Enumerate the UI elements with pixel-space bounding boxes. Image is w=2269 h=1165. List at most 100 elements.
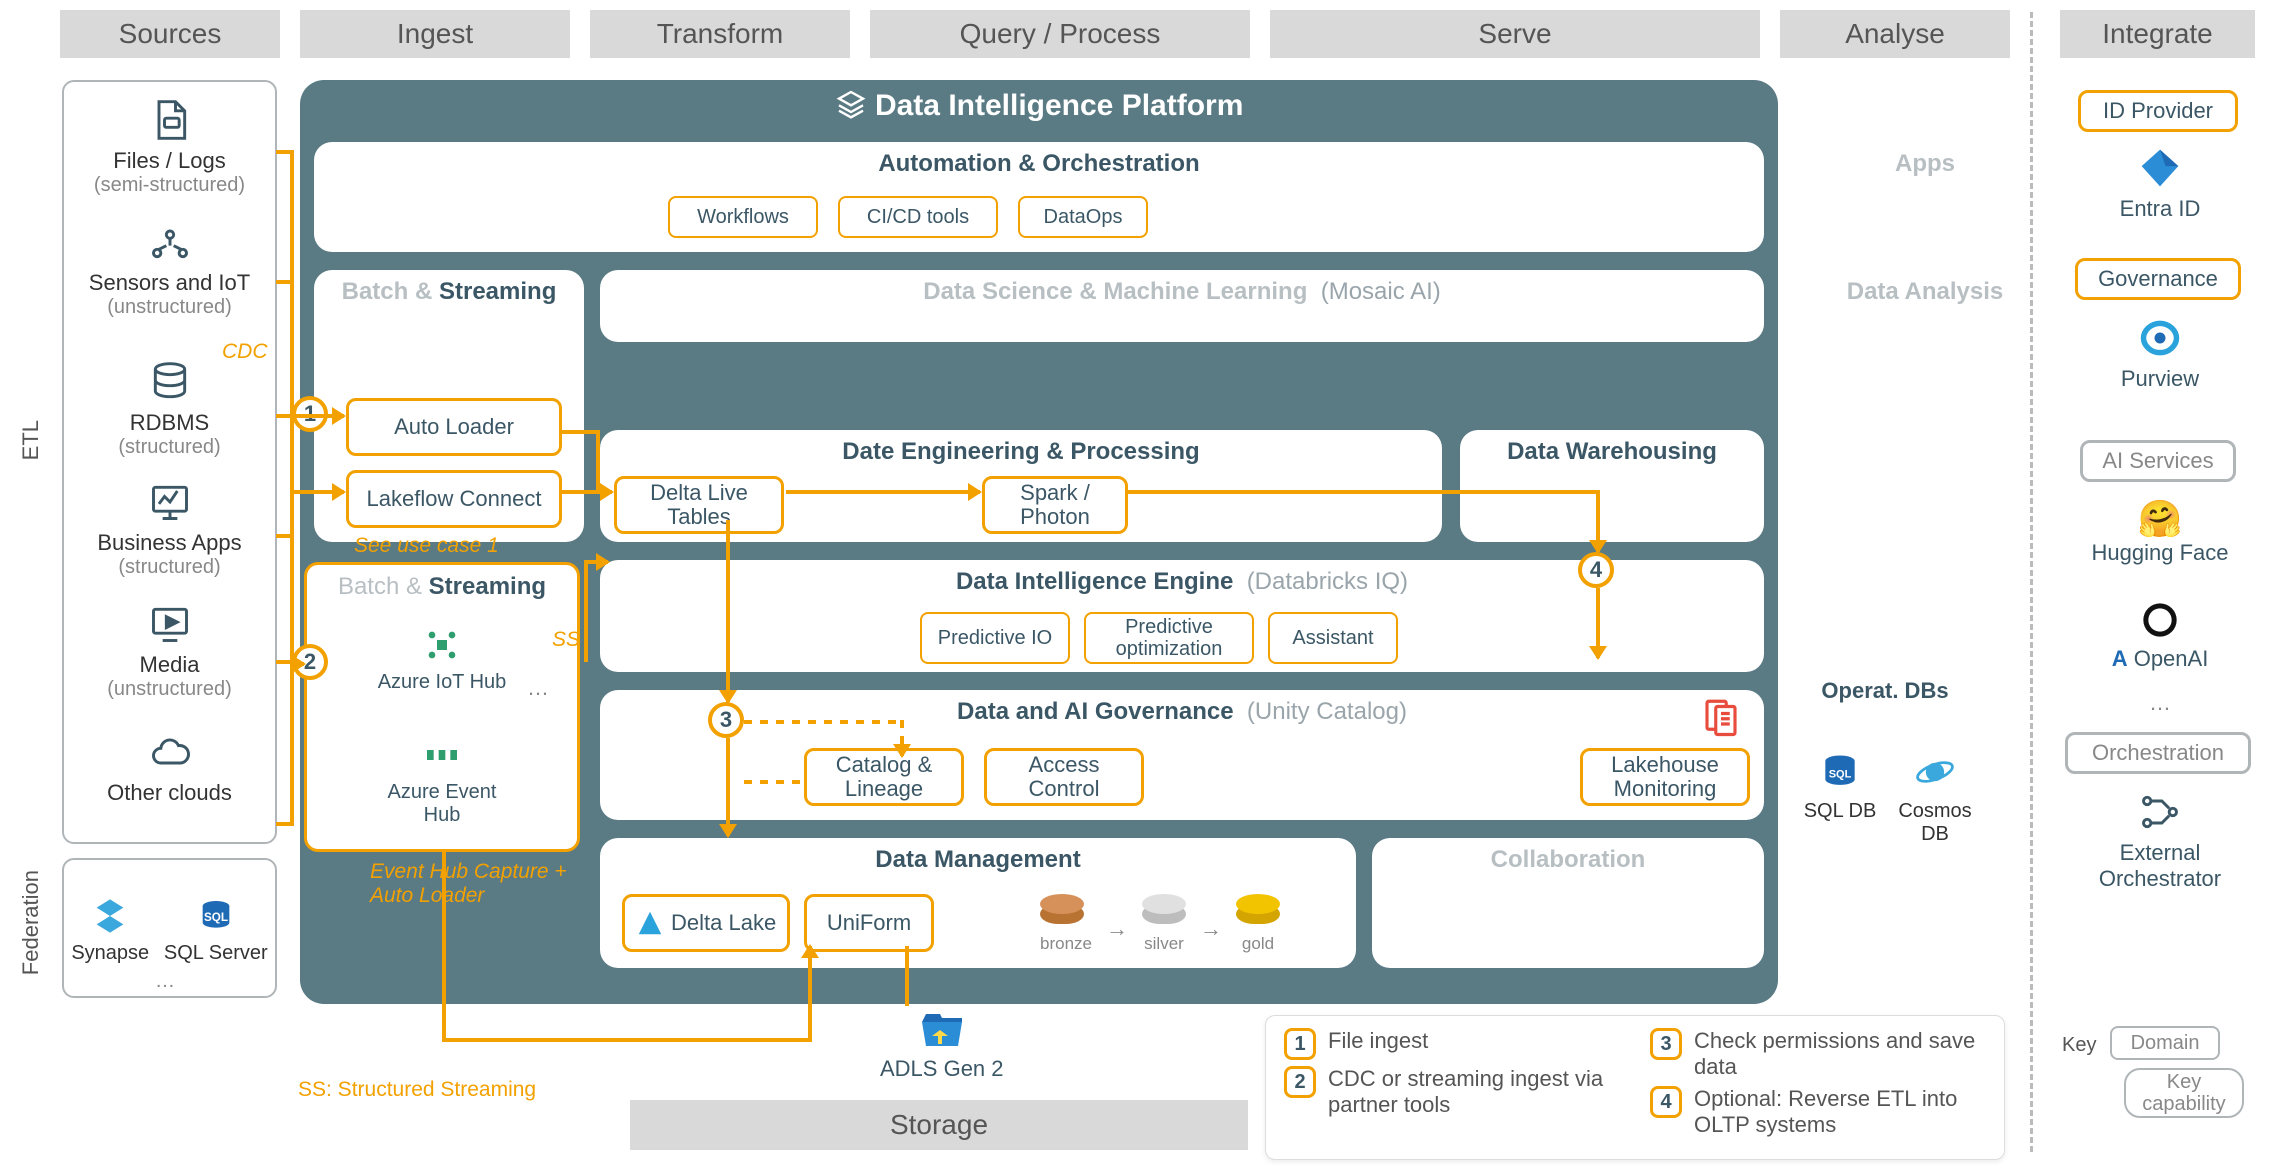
src-bizapps-sub: (structured): [64, 556, 275, 579]
legend-text-4: Optional: Reverse ETL into OLTP systems: [1694, 1086, 1986, 1138]
sources-container: Files / Logs (semi-structured) Sensors a…: [62, 80, 277, 844]
fed-synapse: Synapse: [71, 896, 149, 965]
fed-synapse-label: Synapse: [71, 942, 149, 965]
adls-label: ADLS Gen 2: [880, 1056, 1004, 1082]
ext-iot-label: Azure IoT Hub: [367, 671, 517, 694]
src-clouds: Other clouds: [64, 730, 275, 806]
panel-oper-dbs: Operat. DBs SQL SQL DB Cosmos DB: [1780, 660, 1990, 890]
flow-to-lakeflow: [294, 490, 344, 494]
medallion-gold: gold: [1236, 934, 1280, 954]
src-clouds-label: Other clouds: [64, 780, 275, 806]
col-ingest: Ingest: [300, 10, 570, 58]
int-ext-orch: External Orchestrator: [2060, 790, 2260, 892]
panel-data-mgmt-title: Data Management: [600, 838, 1356, 874]
medallion-row: bronze → silver → gold: [1040, 904, 1280, 954]
src-files-label: Files / Logs: [64, 148, 275, 174]
src-rdbms: RDBMS (structured): [64, 360, 275, 459]
flow-eh-down: [442, 852, 446, 1038]
bs-top-streaming: Streaming: [439, 278, 556, 305]
medallion-silver: silver: [1142, 934, 1186, 954]
flow-dlt-spark: [786, 490, 980, 494]
col-query: Query / Process: [870, 10, 1250, 58]
flow-step3-dash1-v: [900, 720, 904, 756]
label-federation: Federation: [18, 870, 44, 975]
bs-top-batch: Batch &: [342, 278, 433, 305]
legend-num-3: 3: [1650, 1028, 1682, 1060]
flow-src-bizapps: [276, 534, 294, 538]
note-usecase1: See use case 1: [354, 534, 499, 558]
fed-sqlserver-label: SQL Server: [164, 942, 268, 965]
pill-lakeflow: Lakeflow Connect: [346, 470, 562, 528]
svg-text:SQL: SQL: [1829, 769, 1852, 781]
col-integrate: Integrate: [2060, 10, 2255, 58]
pill-predopt: Predictive optimization: [1084, 612, 1254, 664]
dsml-title-text: Data Science & Machine Learning: [923, 278, 1307, 305]
arrow-icon: →: [1200, 916, 1222, 942]
oper-sqldb-label: SQL DB: [1800, 800, 1880, 823]
note-ss: SS: Structured Streaming: [298, 1078, 536, 1102]
panel-collaboration: Collaboration: [1372, 838, 1764, 968]
oper-cosmos-label: Cosmos DB: [1890, 800, 1980, 846]
pill-id-provider: ID Provider: [2078, 90, 2238, 132]
panel-data-analysis-title: Data Analysis: [1780, 270, 2070, 306]
flow-gov-to-dm: [726, 738, 730, 836]
cloud-icon: [148, 730, 192, 774]
pill-cicd: CI/CD tools: [838, 196, 998, 238]
src-media: Media (unstructured): [64, 602, 275, 701]
database-icon: [148, 360, 192, 404]
svg-text:SQL: SQL: [204, 911, 228, 924]
panel-apps-title: Apps: [1780, 142, 2070, 178]
int-entra-label: Entra ID: [2060, 196, 2260, 222]
panel-warehousing: Data Warehousing: [1460, 430, 1764, 542]
legend-text-2: CDC or streaming ingest via partner tool…: [1328, 1066, 1620, 1118]
file-icon: [148, 98, 192, 142]
src-rdbms-label: RDBMS: [64, 410, 275, 436]
oper-sqldb: SQL SQL DB: [1800, 750, 1880, 823]
int-hf: 🤗 Hugging Face: [2060, 498, 2260, 566]
layers-icon: [835, 88, 867, 120]
int-purview-label: Purview: [2060, 366, 2260, 392]
integrate-separator: [2030, 12, 2033, 1152]
flow-src-files: [276, 150, 294, 154]
fed-sqlserver: SQL SQL Server: [164, 896, 268, 965]
dsml-suffix: (Mosaic AI): [1321, 278, 1441, 305]
int-ext-orch-label: External Orchestrator: [2060, 840, 2260, 892]
pill-uniform: UniForm: [804, 894, 934, 952]
adls-icon: [917, 1010, 967, 1050]
legend-text-1: File ingest: [1328, 1028, 1428, 1054]
flow-al-dlt-v: [596, 430, 600, 490]
panel-warehousing-title: Data Warehousing: [1460, 430, 1764, 466]
platform-title: Data Intelligence Platform: [300, 88, 1778, 123]
flow-ext-ss-v: [584, 560, 588, 662]
ext-iot-hub: Azure IoT Hub: [367, 625, 517, 694]
flow-to-autoloader: [294, 414, 344, 418]
int-more: …: [2060, 690, 2260, 716]
media-icon: [148, 602, 192, 646]
col-transform: Transform: [590, 10, 850, 58]
src-media-label: Media: [64, 652, 275, 678]
flow-ext-ss-h: [584, 560, 608, 564]
ext-eventhub-label: Azure Event Hub: [367, 781, 517, 827]
panel-collaboration-title: Collaboration: [1372, 838, 1764, 874]
step-3: 3: [708, 702, 744, 738]
key-box: Key Domain Key capability: [2062, 1028, 2252, 1138]
orchestrator-icon: [2138, 790, 2182, 834]
src-sensors-label: Sensors and IoT: [64, 270, 275, 296]
legend-num-4: 4: [1650, 1086, 1682, 1118]
fed-more: …: [155, 970, 175, 993]
int-entra: Entra ID: [2060, 146, 2260, 222]
legend-num-1: 1: [1284, 1028, 1316, 1060]
platform-title-text: Data Intelligence Platform: [875, 89, 1243, 122]
int-openai: A OpenAI: [2060, 600, 2260, 672]
sqlserver-icon: SQL: [196, 896, 236, 936]
pill-workflows: Workflows: [668, 196, 818, 238]
flow-to-ext-bs: [294, 662, 304, 666]
pill-dlt: Delta Live Tables: [614, 476, 784, 534]
ext-event-hub: Azure Event Hub: [367, 735, 517, 827]
pill-dataops: DataOps: [1018, 196, 1148, 238]
key-capability: Key capability: [2124, 1068, 2244, 1118]
iot-hub-icon: [422, 625, 462, 665]
flow-step3-dash1-h: [744, 720, 904, 724]
openai-icon: [2140, 600, 2180, 640]
flow-lakeflow-dlt: [562, 490, 612, 494]
